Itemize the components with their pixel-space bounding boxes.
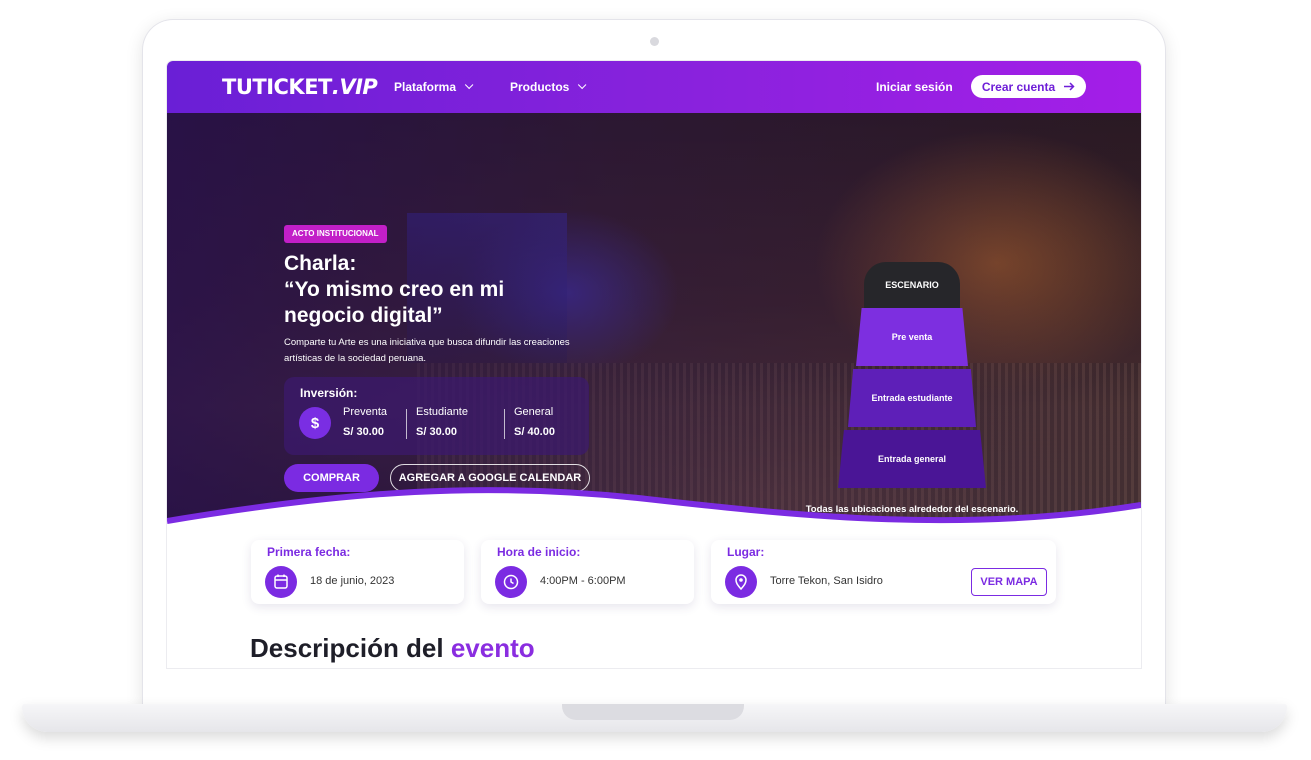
place-title: Lugar: <box>727 545 765 559</box>
hero-banner: ACTO INSTITUCIONAL Charla: “Yo mismo cre… <box>167 113 1141 533</box>
location-pin-icon <box>725 566 757 598</box>
price-divider <box>406 409 407 439</box>
event-title-line2: “Yo mismo creo en mi <box>284 278 505 301</box>
chevron-down-icon <box>464 80 474 90</box>
date-title: Primera fecha: <box>267 545 351 559</box>
camera-dot <box>650 37 659 46</box>
chevron-down-icon <box>578 80 587 90</box>
time-title: Hora de inicio: <box>497 545 581 559</box>
price-value: S/ 30.00 <box>416 426 457 438</box>
event-title-line3: negocio digital” <box>284 304 443 327</box>
description-heading-accent: evento <box>450 633 535 663</box>
laptop-notch <box>562 704 744 720</box>
logo-main: TUTICKET <box>222 75 332 99</box>
event-title: Charla: “Yo mismo creo en mi negocio dig… <box>284 251 584 329</box>
price-divider <box>504 409 505 439</box>
seatmap-zone-presale[interactable]: Pre venta <box>856 308 968 366</box>
place-value: Torre Tekon, San Isidro <box>770 575 883 587</box>
view-map-button[interactable]: VER MAPA <box>971 568 1047 596</box>
price-value: S/ 30.00 <box>343 426 384 438</box>
logo[interactable]: TUTICKET.VIP <box>222 75 378 99</box>
login-link[interactable]: Iniciar sesión <box>876 80 953 94</box>
nav-platform[interactable]: Plataforma <box>394 80 474 94</box>
clock-icon <box>495 566 527 598</box>
signup-button[interactable]: Crear cuenta <box>971 75 1086 98</box>
price-value: S/ 40.00 <box>514 426 555 438</box>
date-card: Primera fecha: 18 de junio, 2023 <box>251 540 464 604</box>
investment-box: Inversión: $ Preventa S/ 30.00 Estudiant… <box>284 377 589 455</box>
price-label: Estudiante <box>416 406 468 418</box>
price-label: General <box>514 406 554 418</box>
place-card: Lugar: Torre Tekon, San Isidro VER MAPA <box>711 540 1056 604</box>
time-card: Hora de inicio: 4:00PM - 6:00PM <box>481 540 694 604</box>
nav-platform-label: Plataforma <box>394 80 457 94</box>
price-label: Preventa <box>343 406 388 418</box>
seatmap-zone-general[interactable]: Entrada general <box>838 430 986 488</box>
seatmap-zone-student[interactable]: Entrada estudiante <box>848 369 976 427</box>
seatmap-stage: ESCENARIO <box>864 262 960 308</box>
investment-title: Inversión: <box>300 386 358 400</box>
dollar-icon: $ <box>299 407 331 439</box>
price-general: General S/ 40.00 <box>514 406 555 438</box>
calendar-icon <box>265 566 297 598</box>
screen: TUTICKET.VIP Plataforma Productos Inicia… <box>167 61 1141 668</box>
signup-label: Crear cuenta <box>981 79 1056 94</box>
description-heading-main: Descripción del <box>250 633 451 663</box>
description-heading: Descripción del evento <box>250 633 535 664</box>
time-value: 4:00PM - 6:00PM <box>540 575 626 587</box>
category-badge: ACTO INSTITUCIONAL <box>284 225 387 243</box>
logo-suffix: .VIP <box>331 75 378 99</box>
date-value: 18 de junio, 2023 <box>310 575 395 587</box>
price-student: Estudiante S/ 30.00 <box>416 406 468 438</box>
navbar: TUTICKET.VIP Plataforma Productos Inicia… <box>167 61 1141 113</box>
event-description: Comparte tu Arte es una iniciativa que b… <box>284 337 570 364</box>
event-title-line1: Charla: <box>284 252 357 275</box>
nav-products[interactable]: Productos <box>510 80 587 94</box>
nav-products-label: Productos <box>510 80 570 94</box>
price-presale: Preventa S/ 30.00 <box>343 406 387 438</box>
arrow-right-icon <box>1064 82 1075 91</box>
